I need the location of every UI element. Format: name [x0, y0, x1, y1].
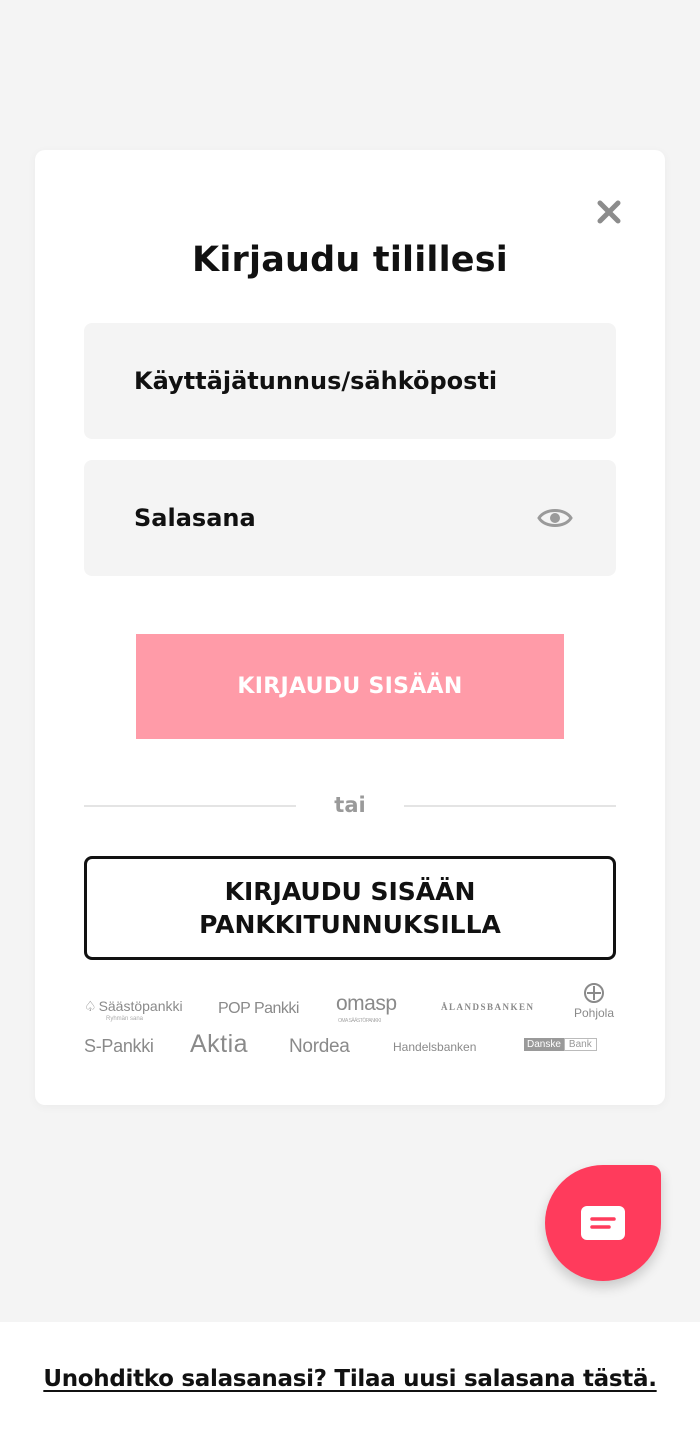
bank-logo-s-pankki[interactable]: S-Pankki: [84, 1036, 154, 1057]
bank-login-label-line2: PANKKITUNNUKSILLA: [199, 910, 501, 939]
bank-logo-danske-bank[interactable]: Danske Bank: [524, 1038, 597, 1051]
page-title: Kirjaudu tilillesi: [192, 240, 508, 280]
bank-logo-aktia[interactable]: Aktia: [190, 1030, 248, 1059]
saastopankki-leaf-icon: ♤: [84, 998, 97, 1014]
divider-text: tai: [334, 793, 366, 817]
chat-icon: [581, 1206, 625, 1240]
bank-logo-nordea[interactable]: Nordea: [289, 1036, 350, 1058]
bank-logo-alandsbanken[interactable]: ÅLANDSBANKEN: [441, 1002, 535, 1012]
bank-logos: ♤ Säästöpankki Ryhmän sana POP Pankki oma…: [84, 980, 616, 1060]
divider-line-left: [84, 805, 296, 807]
eye-icon: [537, 509, 573, 527]
username-input[interactable]: [84, 323, 616, 439]
bank-logo-handelsbanken[interactable]: Handelsbanken: [393, 1040, 476, 1054]
divider-line-right: [404, 805, 616, 807]
pohjola-compass-icon: [584, 983, 604, 1003]
bank-login-label-line1: KIRJAUDU SISÄÄN: [224, 877, 476, 906]
bank-logo-saastopankki[interactable]: ♤ Säästöpankki Ryhmän sana: [84, 998, 183, 1022]
bank-logo-pohjola[interactable]: Pohjola: [572, 982, 616, 1020]
bank-logo-omasp[interactable]: omasp OMA SÄÄSTÖPANKKI: [336, 992, 397, 1024]
chat-button[interactable]: [545, 1165, 661, 1281]
show-password-button[interactable]: [536, 501, 574, 535]
password-field-wrapper: [84, 460, 616, 576]
forgot-password-link[interactable]: Unohditko salasanasi? Tilaa uusi salasan…: [0, 1366, 700, 1392]
login-button[interactable]: KIRJAUDU SISÄÄN: [136, 634, 564, 739]
bank-logo-pop-pankki[interactable]: POP Pankki: [218, 1000, 299, 1018]
bank-login-button[interactable]: KIRJAUDU SISÄÄN PANKKITUNNUKSILLA: [84, 856, 616, 960]
login-modal: Kirjaudu tilillesi KIRJAUDU SISÄÄN tai K…: [35, 150, 665, 1105]
close-button[interactable]: [595, 198, 623, 226]
close-icon: [597, 200, 621, 224]
